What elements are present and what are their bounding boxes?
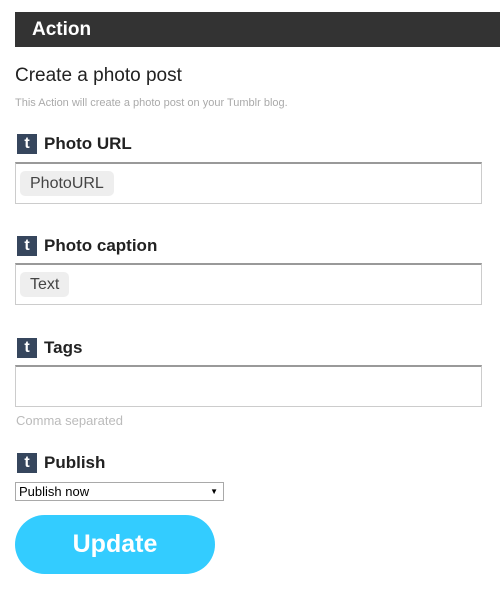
action-description: This Action will create a photo post on … (15, 97, 288, 109)
photo-caption-label-row: t Photo caption (17, 236, 157, 256)
publish-label: Publish (44, 453, 106, 472)
photo-url-label: Photo URL (44, 134, 132, 153)
header-title: Action (32, 19, 92, 40)
tags-hint: Comma separated (16, 413, 123, 428)
action-header-bar: Action (15, 12, 500, 47)
action-title: Create a photo post (15, 65, 182, 86)
publish-label-row: t Publish (17, 453, 105, 473)
photo-url-field[interactable]: PhotoURL (15, 162, 482, 204)
tags-label-row: t Tags (17, 338, 82, 358)
tumblr-icon: t (17, 453, 37, 473)
tags-label: Tags (44, 338, 83, 357)
tumblr-icon: t (17, 236, 37, 256)
photo-caption-field[interactable]: Text (15, 263, 482, 305)
tumblr-icon: t (17, 338, 37, 358)
dropdown-arrow-icon: ▼ (210, 487, 218, 496)
publish-selected-value: Publish now (19, 484, 90, 499)
photo-url-label-row: t Photo URL (17, 134, 132, 154)
photo-url-ingredient-pill[interactable]: PhotoURL (20, 171, 114, 196)
tags-field[interactable] (15, 365, 482, 407)
photo-caption-label: Photo caption (44, 236, 158, 255)
update-button[interactable]: Update (15, 515, 215, 574)
tumblr-icon: t (17, 134, 37, 154)
photo-caption-ingredient-pill[interactable]: Text (20, 272, 70, 297)
publish-select[interactable]: Publish now ▼ (15, 482, 224, 501)
